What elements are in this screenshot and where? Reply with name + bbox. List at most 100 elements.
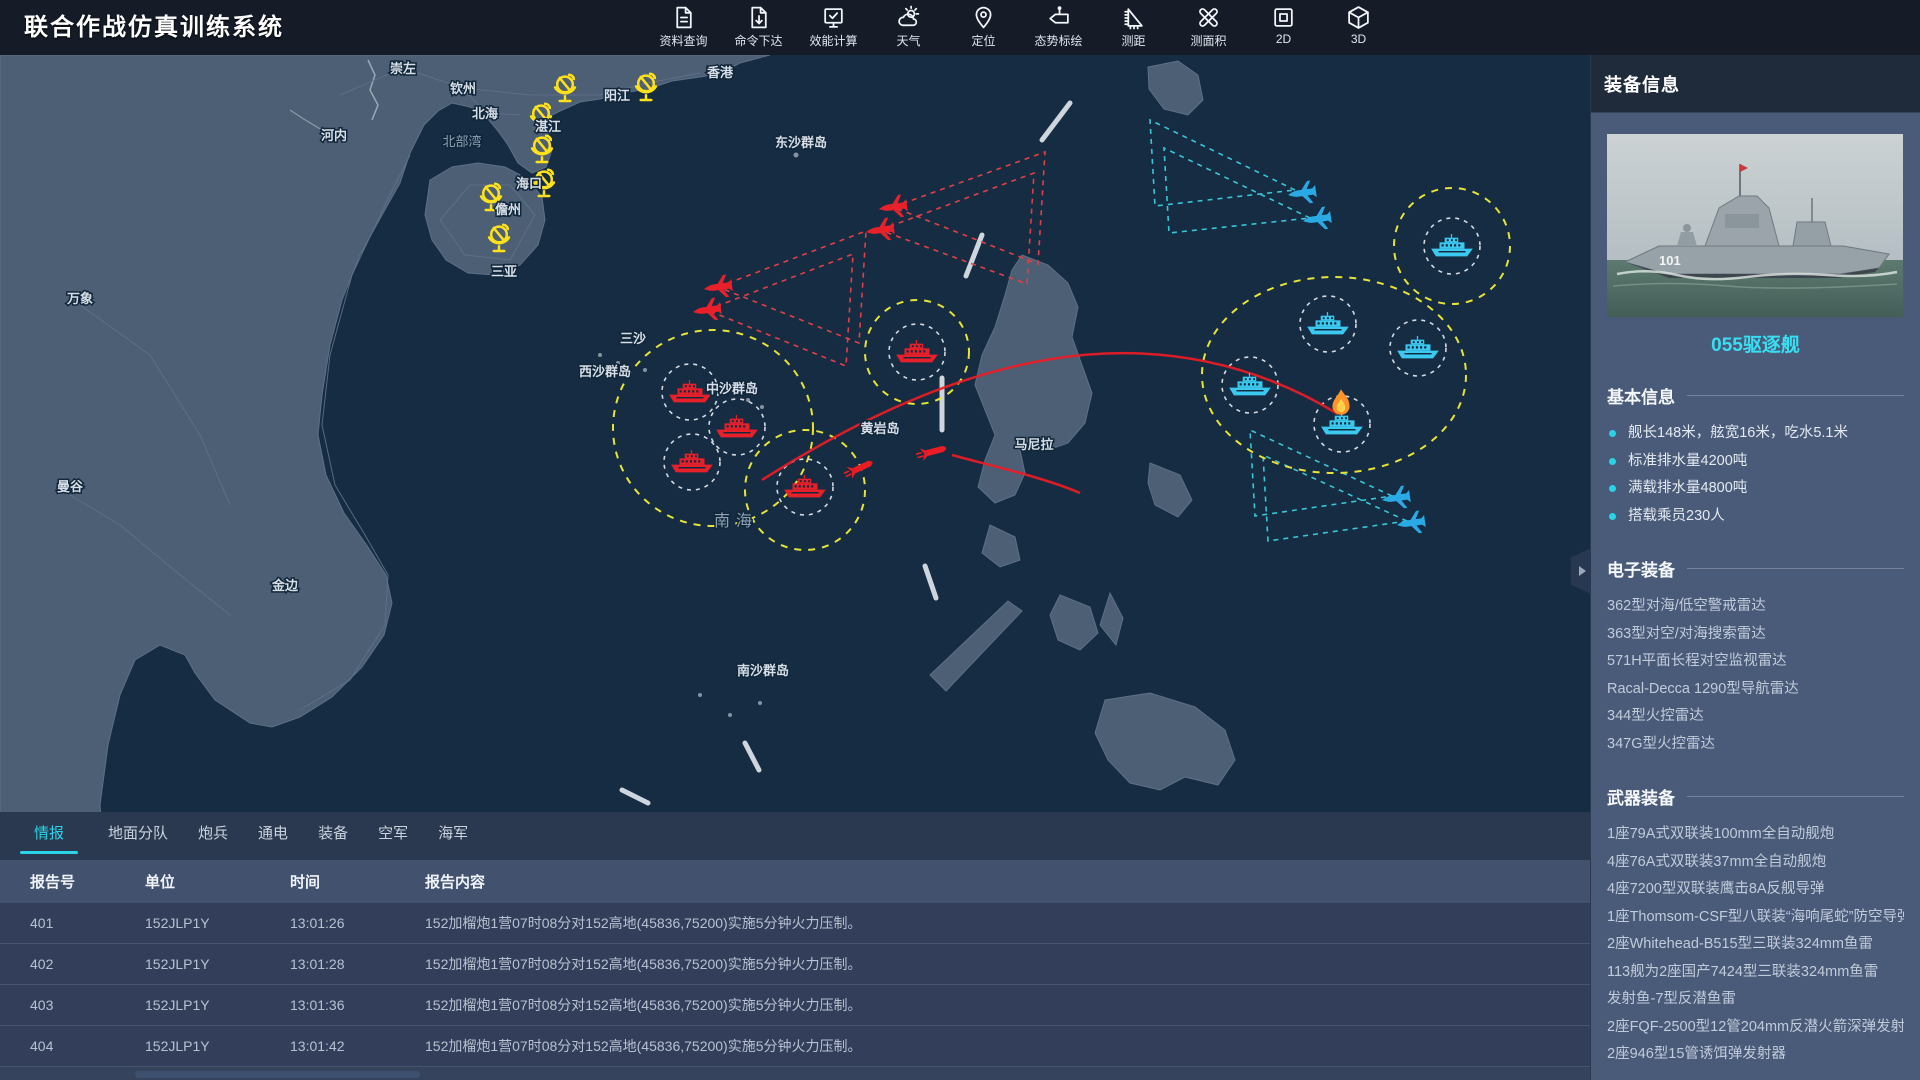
- nine-dash-segment: [1042, 103, 1070, 140]
- map-label: 北部湾: [442, 134, 481, 149]
- red-plane[interactable]: [865, 217, 896, 243]
- blue-ship[interactable]: [1229, 373, 1271, 395]
- tool-label: 测面积: [1190, 32, 1226, 49]
- spec-item: 1座79A式双联装100mm全自动舰炮: [1607, 821, 1904, 849]
- tab-炮兵[interactable]: 炮兵: [196, 812, 230, 860]
- tool-态势标绘[interactable]: 态势标绘: [1021, 0, 1096, 55]
- blue-plane[interactable]: [1396, 510, 1427, 536]
- tab-海军[interactable]: 海军: [436, 812, 470, 860]
- red-ship[interactable]: [716, 415, 758, 437]
- table-row[interactable]: 403152JLP1Y13:01:36152加榴炮1营07时08分对152高地(…: [0, 985, 1590, 1026]
- tool-label: 天气: [896, 32, 920, 49]
- blue-ship[interactable]: [1431, 234, 1473, 256]
- blue-ship[interactable]: [1321, 412, 1363, 434]
- report-panel: 情报地面分队炮兵通电装备空军海军 报告号单位时间报告内容 401152JLP1Y…: [0, 812, 1590, 1080]
- column-header: 报告内容: [425, 860, 1590, 903]
- missile[interactable]: [842, 456, 875, 481]
- spec-item: 363型对空/对海搜索雷达: [1607, 621, 1904, 649]
- nine-dash-segment: [622, 790, 648, 803]
- map-label: 儋州: [495, 202, 521, 217]
- map-label: 曼谷: [57, 479, 84, 494]
- i-calc: [821, 5, 846, 30]
- tab-通电[interactable]: 通电: [256, 812, 290, 860]
- nine-dash-segment: [966, 235, 982, 276]
- red-plane[interactable]: [692, 297, 723, 323]
- red-ship[interactable]: [896, 340, 938, 362]
- blue-plane[interactable]: [1381, 485, 1412, 511]
- spec-item: 2座FQF-2500型12管204mm反潜火箭深弹发射器: [1607, 1014, 1904, 1042]
- spec-item: 2座946型15管诱饵弹发射器: [1607, 1041, 1904, 1069]
- tool-3D[interactable]: 3D: [1321, 0, 1396, 55]
- map-label: 海口: [516, 176, 542, 191]
- tab-地面分队[interactable]: 地面分队: [106, 812, 170, 860]
- spec-item: 2座Whitehead-B515型三联装324mm鱼雷: [1607, 931, 1904, 959]
- toolbar: 资料查询命令下达效能计算天气 定位态势标绘测距 测面积 2D 3D: [646, 0, 1396, 55]
- map-label: 崇左: [390, 61, 416, 76]
- i-plot: [1046, 5, 1071, 30]
- spec-item: 347G型火控雷达: [1607, 731, 1904, 759]
- i-doc: [671, 5, 696, 30]
- red-plane[interactable]: [703, 274, 734, 300]
- blue-ship[interactable]: [1307, 312, 1349, 334]
- red-ship[interactable]: [671, 450, 713, 472]
- table-header-row: 报告号单位时间报告内容: [0, 860, 1590, 903]
- yellow-zone: [613, 330, 813, 526]
- tab-情报[interactable]: 情报: [32, 812, 66, 860]
- tool-测面积[interactable]: 测面积: [1171, 0, 1246, 55]
- blue-plane[interactable]: [1302, 206, 1333, 232]
- spec-item: 362型对海/低空警戒雷达: [1607, 593, 1904, 621]
- report-tabs: 情报地面分队炮兵通电装备空军海军: [0, 812, 1590, 860]
- table-row[interactable]: 402152JLP1Y13:01:28152加榴炮1营07时08分对152高地(…: [0, 944, 1590, 985]
- red-ship[interactable]: [669, 380, 711, 402]
- tab-空军[interactable]: 空军: [376, 812, 410, 860]
- blue-patrol-sector: [1150, 120, 1295, 206]
- red-plane[interactable]: [878, 194, 909, 220]
- spec-item: 舰长148米，舷宽16米，吃水5.1米: [1607, 420, 1904, 448]
- table-row[interactable]: 401152JLP1Y13:01:26152加榴炮1营07时08分对152高地(…: [0, 903, 1590, 944]
- tool-label: 资料查询: [659, 32, 707, 49]
- tool-效能计算[interactable]: 效能计算: [796, 0, 871, 55]
- tool-命令下达[interactable]: 命令下达: [721, 0, 796, 55]
- blue-ship[interactable]: [1397, 336, 1439, 358]
- i-weather: [896, 5, 921, 30]
- i-area: [1196, 5, 1221, 30]
- nine-dash-segment: [925, 566, 936, 598]
- map-label: 香港: [706, 65, 734, 80]
- ship-name[interactable]: 055驱逐舰: [1607, 330, 1904, 357]
- map-label: 中沙群岛: [706, 381, 758, 396]
- section-武器装备: 武器装备1座79A式双联装100mm全自动舰炮4座76A式双联装37mm全自动舰…: [1607, 784, 1904, 1069]
- flame-hit-icon[interactable]: [1332, 389, 1349, 415]
- missile[interactable]: [915, 442, 948, 462]
- app-title: 联合作战仿真训练系统: [24, 0, 284, 55]
- sidebar-body: 101 055驱逐舰 基本信息舰长148米，舷宽16米，吃水5.1米标准排水量4…: [1591, 113, 1920, 1069]
- i-cmd: [746, 5, 771, 30]
- blue-plane[interactable]: [1287, 180, 1318, 206]
- tool-资料查询[interactable]: 资料查询: [646, 0, 721, 55]
- spec-item: 搭载乘员230人: [1607, 503, 1904, 531]
- spec-item: 发射鱼-7型反潜鱼雷: [1607, 986, 1904, 1014]
- map-label: 马尼拉: [1014, 437, 1053, 452]
- tool-定位[interactable]: 定位: [946, 0, 1021, 55]
- tab-装备[interactable]: 装备: [316, 812, 350, 860]
- map-label: 北海: [472, 106, 498, 121]
- map-label: 金边: [271, 578, 299, 593]
- section-title: 电子装备: [1607, 556, 1675, 581]
- red-ship[interactable]: [784, 475, 826, 497]
- tool-label: 测距: [1121, 32, 1145, 49]
- map-label: 万象: [66, 291, 93, 306]
- table-row[interactable]: 404152JLP1Y13:01:42152加榴炮1营07时08分对152高地(…: [0, 1026, 1590, 1067]
- tool-label: 3D: [1351, 32, 1366, 46]
- tool-测距[interactable]: 测距: [1096, 0, 1171, 55]
- report-table: 报告号单位时间报告内容 401152JLP1Y13:01:26152加榴炮1营0…: [0, 860, 1590, 1080]
- i-pin: [971, 5, 996, 30]
- tool-2D[interactable]: 2D: [1246, 0, 1321, 55]
- spec-item: 4座76A式双联装37mm全自动舰炮: [1607, 849, 1904, 877]
- chevron-right-icon: [1579, 566, 1586, 576]
- sidebar-header: 装备信息: [1591, 55, 1920, 113]
- sidebar-title: 装备信息: [1604, 71, 1680, 97]
- tool-天气[interactable]: 天气: [871, 0, 946, 55]
- yellow-zone: [1202, 277, 1466, 473]
- spec-item: 1座Thomsom-CSF型八联装“海响尾蛇”防空导弹: [1607, 904, 1904, 932]
- horizontal-scrollbar[interactable]: [135, 1071, 420, 1078]
- map-label: 黄岩岛: [860, 421, 899, 436]
